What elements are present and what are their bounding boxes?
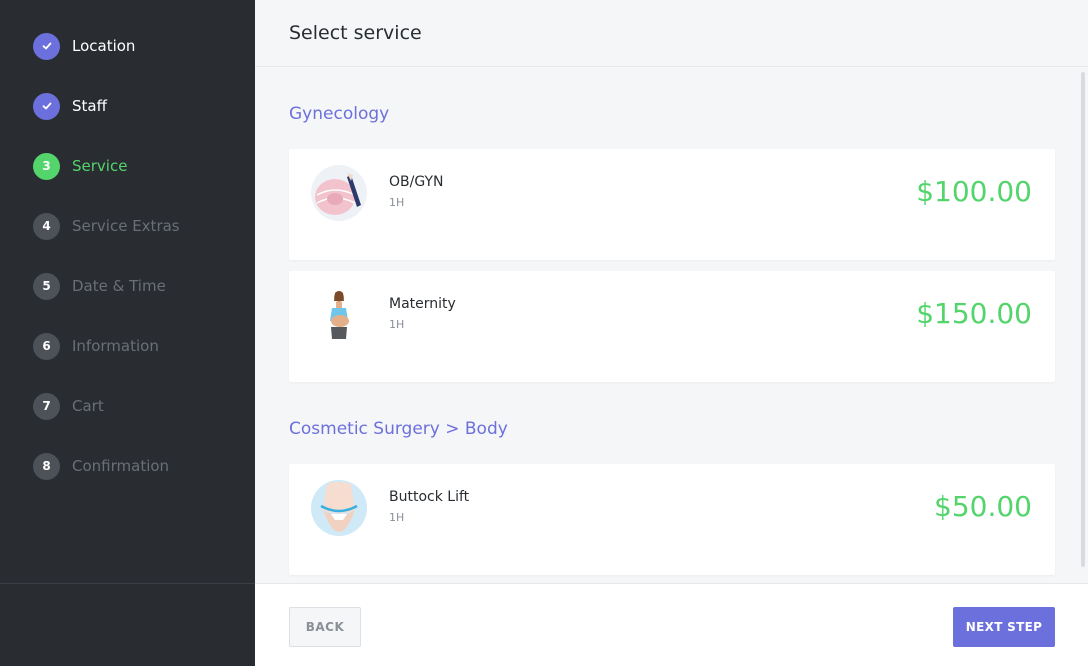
body-measure-photo <box>311 480 367 536</box>
sidebar-footer <box>0 583 255 666</box>
pregnant-belly-photo <box>311 165 367 221</box>
next-step-button[interactable]: NEXT STEP <box>953 607 1055 647</box>
step-number: 8 <box>33 452 60 480</box>
step-number: 5 <box>33 272 60 300</box>
main-panel: Select service Gynecology OB/GYN 1H $100… <box>255 0 1088 666</box>
service-duration: 1H <box>389 318 405 331</box>
step-confirmation[interactable]: 8 Confirmation <box>33 452 169 480</box>
step-label: Date & Time <box>72 277 166 295</box>
step-label: Cart <box>72 397 104 415</box>
step-label: Service Extras <box>72 217 180 235</box>
service-duration: 1H <box>389 511 405 524</box>
service-price: $50.00 <box>934 490 1032 523</box>
check-icon <box>33 92 60 120</box>
service-name: Buttock Lift <box>389 489 470 505</box>
check-icon <box>33 32 60 60</box>
step-staff[interactable]: Staff <box>33 92 107 120</box>
category-title: Gynecology <box>289 104 390 124</box>
service-card-obgyn[interactable]: OB/GYN 1H $100.00 <box>289 149 1055 260</box>
step-date-time[interactable]: 5 Date & Time <box>33 272 166 300</box>
step-cart[interactable]: 7 Cart <box>33 392 104 420</box>
step-number: 7 <box>33 392 60 420</box>
step-information[interactable]: 6 Information <box>33 332 159 360</box>
service-list[interactable]: Gynecology OB/GYN 1H $100.00 Maternity 1… <box>255 67 1088 583</box>
step-label: Confirmation <box>72 457 170 475</box>
service-card-maternity[interactable]: Maternity 1H $150.00 <box>289 271 1055 382</box>
step-label: Staff <box>72 97 107 115</box>
step-label: Service <box>72 157 128 175</box>
step-number: 3 <box>33 152 60 180</box>
service-price: $150.00 <box>916 297 1032 330</box>
service-name: Maternity <box>389 296 456 312</box>
category-title: Cosmetic Surgery > Body <box>289 419 508 439</box>
step-service[interactable]: 3 Service <box>33 152 127 180</box>
footer-bar: BACK NEXT STEP <box>255 583 1088 666</box>
service-name: OB/GYN <box>389 174 444 190</box>
step-label: Location <box>72 37 136 55</box>
maternity-woman-photo <box>311 287 367 343</box>
scrollbar[interactable] <box>1081 72 1085 567</box>
step-number: 4 <box>33 212 60 240</box>
service-duration: 1H <box>389 196 405 209</box>
service-price: $100.00 <box>916 175 1032 208</box>
sidebar: Location Staff 3 Service 4 Service Extra… <box>0 0 255 666</box>
step-location[interactable]: Location <box>33 32 135 60</box>
service-card-buttock-lift[interactable]: Buttock Lift 1H $50.00 <box>289 464 1055 575</box>
back-button[interactable]: BACK <box>289 607 361 647</box>
page-title: Select service <box>289 22 422 44</box>
step-number: 6 <box>33 332 60 360</box>
step-label: Information <box>72 337 159 355</box>
step-service-extras[interactable]: 4 Service Extras <box>33 212 180 240</box>
page-header: Select service <box>255 0 1088 67</box>
